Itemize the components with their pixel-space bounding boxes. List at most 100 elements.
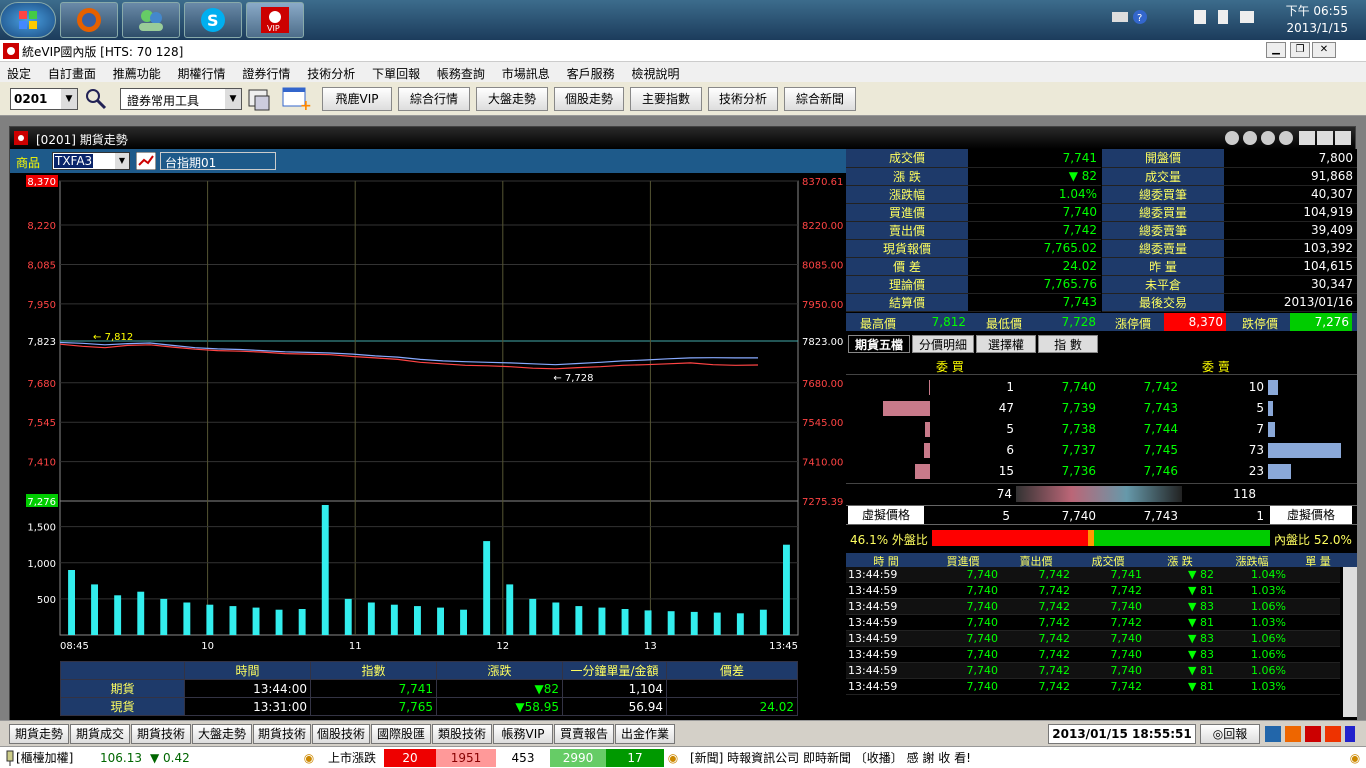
taskbar-messenger[interactable] [122,2,180,38]
scroll-indicator-icon[interactable]: ◉ [666,749,680,767]
tick-scrollbar[interactable] [1343,567,1357,717]
taskbar-evip[interactable]: VIP [246,2,304,38]
tick-table[interactable]: 時 間買進價 賣出價 成交價漲 跌漲跌幅單 量 13:44:59 7,740 7,742… [846,553,1357,719]
close-button[interactable]: ✕ [1312,42,1336,58]
minimize-button[interactable]: ▁ [1266,42,1286,58]
start-button[interactable] [0,2,56,38]
tick-row[interactable]: 13:44:59 7,740 7,742 7,740 ▼ 83 1.06% [846,647,1340,663]
product-code-input[interactable]: TXFA3 ▼ [52,152,130,170]
tick-row[interactable]: 13:44:59 7,740 7,742 7,742 ▼ 81 1.03% [846,583,1340,599]
menu-securities-quotes[interactable]: 證券行情 [235,62,296,82]
bottom-button-8[interactable]: 帳務VIP [493,724,553,744]
bottom-button-2[interactable]: 期貨技術 [131,724,191,744]
clock[interactable]: 下午 06:55 2013/1/15 [1286,3,1348,37]
menu-recommend[interactable]: 推薦功能 [106,62,167,82]
volume-icon [1240,11,1254,23]
tool-settings-icon[interactable] [247,86,273,112]
limit-down-label: 跌停價 [1241,317,1278,331]
quote-value: 7,765.76 [968,275,1101,294]
ask-depth-bar [1268,380,1278,395]
restore-button[interactable]: ❐ [1290,42,1310,58]
panel-window-controls[interactable] [1223,129,1353,147]
volume-bar [114,595,122,635]
tool-select[interactable]: 證券常用工具 ▼ [120,88,242,110]
tick-row[interactable]: 13:44:59 7,740 7,742 7,741 ▼ 82 1.04% [846,567,1340,583]
taskbar-firefox[interactable] [60,2,118,38]
bottom-button-0[interactable]: 期貨走勢 [9,724,69,744]
bottom-button-9[interactable]: 買賣報告 [554,724,614,744]
svg-text:+: + [300,98,312,112]
quote-label: 漲 跌 [846,167,968,186]
toolbar-button-vip[interactable]: 飛鹿VIP [322,87,392,111]
quote-row: 總委買量 104,919 [1102,203,1357,222]
tick-cell: 13:44:59 [848,568,898,581]
time-label: 13:45 [769,641,798,652]
inner-ratio: 內盤比 52.0% [1274,533,1352,547]
taskbar-skype[interactable]: S [184,2,242,38]
chevron-down-icon[interactable]: ▼ [61,89,77,109]
quote-value: 7,765.02 [968,239,1101,258]
clock-time: 下午 06:55 [1285,4,1348,18]
bid-total: 74 [996,487,1012,501]
chart-toggle-icon[interactable] [136,152,156,170]
price-volume-chart[interactable]: 8,370 8370.61 8,220 8220.00 8,085 8085.00 7,95… [10,175,846,679]
tick-row[interactable]: 13:44:59 7,740 7,742 7,742 ▼ 81 1.03% [846,615,1340,631]
pin-icon[interactable] [4,750,16,766]
menu-custom-screen[interactable]: 自訂畫面 [41,62,102,82]
tab-five-level[interactable]: 期貨五檔 [848,335,910,353]
tick-row[interactable]: 13:44:59 7,740 7,742 7,742 ▼ 81 1.03% [846,679,1340,695]
layout-grid-icon [1345,726,1355,742]
report-button[interactable]: ◎回報 [1200,724,1260,744]
scroll-indicator-icon[interactable]: ◉ [302,749,316,767]
chevron-down-icon[interactable]: ▼ [225,89,241,109]
tab-options[interactable]: 選擇權 [976,335,1036,353]
index-value: 106.13 [100,751,142,765]
toolbar-button-stock[interactable]: 個股走勢 [554,87,624,111]
bottom-button-3[interactable]: 大盤走勢 [192,724,252,744]
toolbar-button-quotes[interactable]: 綜合行情 [398,87,470,111]
menu-account[interactable]: 帳務查詢 [430,62,491,82]
bottom-button-7[interactable]: 類股技術 [432,724,492,744]
code-combobox[interactable]: 0201 ▼ [10,88,78,110]
chevron-down-icon[interactable]: ▼ [115,153,129,169]
scroll-indicator-icon[interactable]: ◉ [1348,749,1362,767]
bottom-button-5[interactable]: 個股技術 [312,724,370,744]
index-name: [櫃檯加權] [16,751,74,765]
bottom-button-1[interactable]: 期貨成交 [70,724,130,744]
minimize-icon [1299,131,1315,145]
menu-view-help[interactable]: 檢視說明 [624,62,685,82]
menu-market-news[interactable]: 市場訊息 [495,62,556,82]
menu-order-report[interactable]: 下單回報 [365,62,426,82]
tab-price-detail[interactable]: 分價明細 [912,335,974,353]
volume-bar [736,613,744,635]
news-ticker[interactable]: [新聞] 時報資訊公司 即時新聞 〔收播〕 感 謝 收 看! [690,749,1210,767]
tick-cell: 7,742 [1110,584,1143,597]
layout-buttons[interactable] [1265,724,1355,744]
bottom-button-4[interactable]: 期貨技術 [253,724,311,744]
toolbar-button-news[interactable]: 綜合新聞 [784,87,856,111]
menu-technical[interactable]: 技術分析 [300,62,361,82]
menu-settings[interactable]: 設定 [0,62,37,82]
summary-volume: 1,104 [562,679,667,698]
tick-cell: ▼ 81 [1188,584,1214,597]
quote-row: 總委賣筆 39,409 [1102,221,1357,240]
bid-depth-bar [915,464,930,479]
toolbar-button-technical[interactable]: 技術分析 [708,87,778,111]
menu-customer-service[interactable]: 客戶服務 [560,62,621,82]
tick-row[interactable]: 13:44:59 7,740 7,742 7,740 ▼ 83 1.06% [846,599,1340,615]
bottom-button-10[interactable]: 出金作業 [615,724,675,744]
product-name: 台指期01 [165,156,217,170]
bottom-button-6[interactable]: 國際股匯 [371,724,431,744]
add-window-icon[interactable]: + [282,86,312,112]
toolbar-button-indices[interactable]: 主要指數 [630,87,702,111]
tick-row[interactable]: 13:44:59 7,740 7,742 7,740 ▼ 83 1.06% [846,631,1340,647]
search-icon[interactable] [84,87,108,111]
bid-depth-bar [883,401,930,416]
tab-index[interactable]: 指 數 [1038,335,1098,353]
tick-cell: 7,742 [1038,632,1071,645]
volume-bar [275,609,283,635]
menu-options-quotes[interactable]: 期權行情 [171,62,232,82]
toolbar-button-market[interactable]: 大盤走勢 [476,87,548,111]
tick-cell: ▼ 81 [1188,616,1214,629]
tick-row[interactable]: 13:44:59 7,740 7,742 7,740 ▼ 81 1.06% [846,663,1340,679]
